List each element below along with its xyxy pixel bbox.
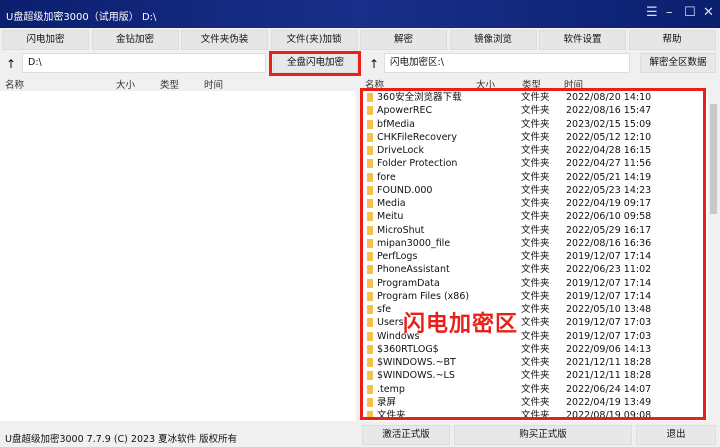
overlay-label: 闪电加密区: [403, 312, 519, 337]
column-time[interactable]: 时间: [204, 77, 223, 91]
column-size[interactable]: 大小: [116, 77, 135, 91]
status-text: U盘超级加密3000 7.7.9 (C) 2023 夏冰软件 版权所有: [5, 434, 238, 445]
toolbar-button[interactable]: 文件(夹)加锁: [270, 30, 358, 50]
close-icon[interactable]: ✕: [703, 5, 714, 20]
column-type[interactable]: 类型: [160, 77, 179, 91]
decrypt-all-button[interactable]: 解密全区数据: [640, 53, 716, 73]
column-name[interactable]: 名称: [5, 77, 24, 91]
toolbar-button[interactable]: 文件夹伪装: [181, 30, 268, 50]
right-path-input[interactable]: 闪电加密区:\: [384, 53, 630, 73]
exit-button[interactable]: 退出: [636, 425, 716, 445]
window-title: U盘超级加密3000（试用版） D:\: [6, 12, 157, 23]
scrollbar[interactable]: [708, 90, 719, 421]
up-arrow-icon[interactable]: ↑: [6, 57, 16, 71]
left-path-input[interactable]: D:\: [22, 53, 266, 73]
title-bar: U盘超级加密3000（试用版） D:\ ☰ – ☐ ✕: [0, 0, 720, 28]
activate-button[interactable]: 激活正式版: [362, 425, 450, 445]
toolbar-button[interactable]: 解密: [360, 30, 447, 50]
minimize-icon[interactable]: –: [666, 5, 673, 20]
buy-button[interactable]: 购买正式版: [454, 425, 632, 445]
toolbar-button[interactable]: 帮助: [628, 30, 716, 50]
left-file-list[interactable]: [0, 91, 356, 421]
highlight-box: [269, 51, 361, 76]
menu-icon[interactable]: ☰: [646, 5, 658, 20]
toolbar-button[interactable]: 闪电加密: [2, 30, 89, 50]
toolbar-button[interactable]: 镜像浏览: [449, 30, 537, 50]
toolbar-button[interactable]: 软件设置: [539, 30, 626, 50]
maximize-icon[interactable]: ☐: [684, 5, 696, 20]
highlight-box: [360, 88, 706, 420]
up-arrow-icon[interactable]: ↑: [369, 57, 379, 71]
toolbar-button[interactable]: 金钻加密: [91, 30, 179, 50]
scrollbar-thumb[interactable]: [710, 104, 717, 214]
